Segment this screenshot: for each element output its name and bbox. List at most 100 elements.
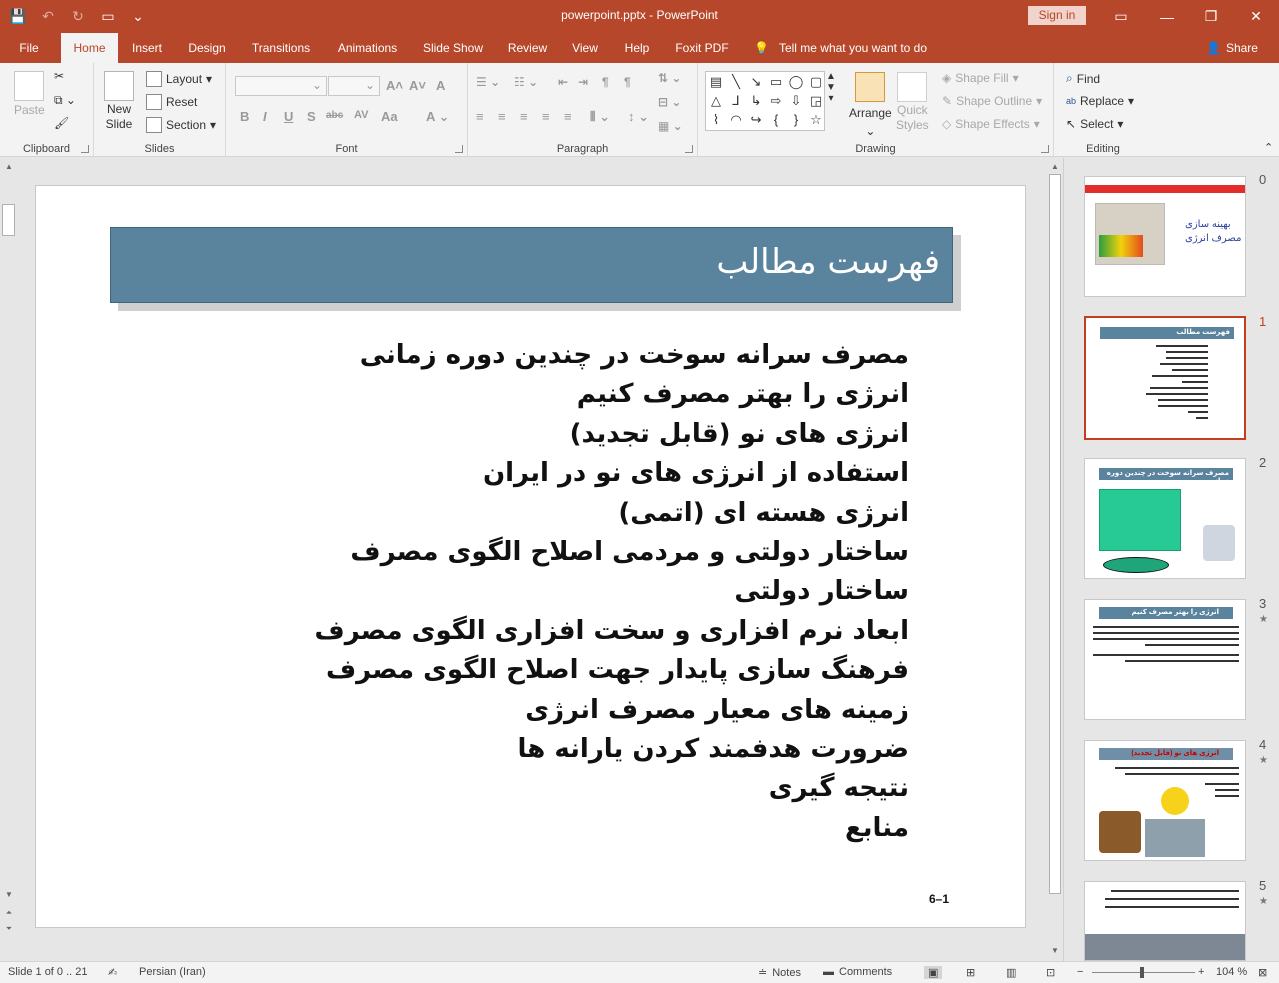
format-painter-icon[interactable]: 🖌 xyxy=(54,116,69,130)
close-icon[interactable]: ✕ xyxy=(1233,0,1279,33)
textbox-shape-icon[interactable]: ▤ xyxy=(706,72,726,91)
decrease-font-icon[interactable]: A˅ xyxy=(409,78,426,93)
rounded-rect-shape-icon[interactable]: ▢ xyxy=(806,72,826,91)
zoom-in-icon[interactable]: + xyxy=(1198,966,1204,978)
slide-content[interactable]: مصرف سرانه سوخت در چندین دوره زمانی انرژ… xyxy=(209,336,909,848)
underline-icon[interactable]: U xyxy=(284,109,293,124)
columns-icon[interactable]: ⫴ ⌄ xyxy=(590,109,610,125)
align-right-icon[interactable]: ≡ xyxy=(520,109,528,124)
copy-icon[interactable]: ⧉ ⌄ xyxy=(54,93,76,108)
scroll-down-icon[interactable]: ▼ xyxy=(1048,944,1062,958)
rectangle-shape-icon[interactable]: ▭ xyxy=(766,72,786,91)
slide-canvas[interactable]: فهرست مطالب مصرف سرانه سوخت در چندین دور… xyxy=(35,185,1026,928)
minimize-icon[interactable]: — xyxy=(1144,0,1190,33)
cut-icon[interactable]: ✂ xyxy=(54,69,64,83)
slide-thumbnail-3[interactable]: انرژی را بهتر مصرف کنیم xyxy=(1084,599,1246,720)
quick-styles-button[interactable]: Quick Styles xyxy=(896,72,929,132)
align-left-icon[interactable]: ≡ xyxy=(476,109,484,124)
line-shape-icon[interactable]: ╲ xyxy=(726,72,746,91)
tab-review[interactable]: Review xyxy=(501,33,554,63)
shapes-gallery[interactable]: ▤ ╲ ↘ ▭ ◯ ▢ △ ⅃ ↳ ⇨ ⇩ ◲ ⌇ ◠ ↪ { } ☆ xyxy=(705,71,825,131)
change-case-icon[interactable]: Aa xyxy=(381,109,398,124)
slide-thumbnail-0[interactable]: بهینه سازی مصرف انرژی xyxy=(1084,176,1246,297)
star-shape-icon[interactable]: ☆ xyxy=(806,110,826,129)
slide-title-box[interactable]: فهرست مطالب xyxy=(110,227,953,303)
font-color-icon[interactable]: A ⌄ xyxy=(426,109,449,125)
tab-foxit-pdf[interactable]: Foxit PDF xyxy=(668,33,736,63)
find-button[interactable]: ⌕ Find xyxy=(1066,71,1100,86)
callout-shape-icon[interactable]: ◲ xyxy=(806,91,826,110)
scroll-thumb[interactable] xyxy=(1049,174,1061,894)
tell-me-search[interactable]: 💡 Tell me what you want to do xyxy=(754,33,927,63)
tab-animations[interactable]: Animations xyxy=(329,33,406,63)
justify-icon[interactable]: ≡ xyxy=(542,109,550,124)
bullets-icon[interactable]: ☰ ⌄ xyxy=(476,75,500,89)
numbering-icon[interactable]: ☷ ⌄ xyxy=(514,75,538,89)
elbow-connector-icon[interactable]: ⅃ xyxy=(726,91,746,110)
new-slide-button[interactable]: New Slide xyxy=(104,71,134,131)
slide-thumbnail-1[interactable]: فهرست مطالب xyxy=(1084,316,1246,440)
smartart-icon[interactable]: ▦ ⌄ xyxy=(658,119,683,133)
select-button[interactable]: ↖ Select ▾ xyxy=(1066,117,1123,131)
ltr-icon[interactable]: ¶ xyxy=(602,75,609,89)
collapse-ribbon-icon[interactable]: ⌃ xyxy=(1264,141,1273,154)
zoom-out-icon[interactable]: − xyxy=(1077,966,1083,978)
sign-in-button[interactable]: Sign in xyxy=(1028,6,1086,25)
shape-fill-button[interactable]: ◈ Shape Fill ▾ xyxy=(942,71,1019,85)
oval-shape-icon[interactable]: ◯ xyxy=(786,72,806,91)
slide-thumbnail-2[interactable]: مصرف سرانه سوخت در چندین دوره زمانی xyxy=(1084,458,1246,579)
slide-sorter-icon[interactable]: ⊞ xyxy=(966,966,975,979)
font-size-dropdown[interactable] xyxy=(328,76,380,96)
zoom-slider-thumb[interactable] xyxy=(1140,967,1144,978)
notes-button[interactable]: ≐ Notes xyxy=(758,966,801,980)
spell-check-icon[interactable]: ✍ xyxy=(108,966,117,979)
comments-button[interactable]: ▬ Comments xyxy=(823,966,892,978)
zoom-level[interactable]: 104 % xyxy=(1216,966,1247,978)
restore-icon[interactable]: ❐ xyxy=(1188,0,1234,33)
tab-slide-show[interactable]: Slide Show xyxy=(417,33,489,63)
ribbon-display-options-icon[interactable]: ▭ xyxy=(1098,0,1144,33)
slide-thumbnail-4[interactable]: انرژی های نو (قابل تجدید) xyxy=(1084,740,1246,861)
tab-transitions[interactable]: Transitions xyxy=(245,33,317,63)
right-brace-icon[interactable]: } xyxy=(786,110,806,129)
text-direction-icon[interactable]: ⇅ ⌄ xyxy=(658,71,681,85)
increase-font-icon[interactable]: A˄ xyxy=(386,78,403,93)
rtl-icon[interactable]: ¶ xyxy=(624,75,631,89)
replace-button[interactable]: ab Replace ▾ xyxy=(1066,94,1134,108)
paste-button[interactable]: Paste xyxy=(14,71,45,117)
section-button[interactable]: Section ▾ xyxy=(146,117,216,133)
shape-outline-button[interactable]: ✎ Shape Outline ▾ xyxy=(942,94,1042,108)
shapes-gallery-scroll[interactable]: ▲ ▼ ▾ xyxy=(826,71,836,104)
reading-view-icon[interactable]: ▥ xyxy=(1006,966,1016,979)
shape-effects-button[interactable]: ◇ Shape Effects ▾ xyxy=(942,117,1040,131)
normal-view-icon[interactable]: ▣ xyxy=(924,966,943,979)
scroll-up-icon[interactable]: ▲ xyxy=(2,160,16,174)
left-scrollbar[interactable]: ▲ ▼ ⏶ ⏷ xyxy=(0,158,18,940)
down-arrow-shape-icon[interactable]: ⇩ xyxy=(786,91,806,110)
layout-button[interactable]: Layout ▾ xyxy=(146,71,212,87)
scroll-up-icon[interactable]: ▲ xyxy=(1048,160,1062,174)
clear-formatting-icon[interactable]: A xyxy=(436,78,445,93)
arc-shape-icon[interactable]: ◠ xyxy=(726,110,746,129)
shadow-icon[interactable]: S xyxy=(307,109,316,124)
strikethrough-icon[interactable]: abc xyxy=(326,110,343,121)
drawing-launcher-icon[interactable] xyxy=(1041,145,1049,153)
distributed-icon[interactable]: ≡ xyxy=(564,109,572,124)
paragraph-launcher-icon[interactable] xyxy=(685,145,693,153)
font-family-dropdown[interactable] xyxy=(235,76,327,96)
curved-connector-icon[interactable]: ↪ xyxy=(746,110,766,129)
editor-scrollbar[interactable]: ▲ ▼ xyxy=(1047,158,1063,961)
tab-home[interactable]: Home xyxy=(61,33,118,63)
fit-slide-icon[interactable]: ⊠ xyxy=(1258,966,1267,979)
character-spacing-icon[interactable]: AV xyxy=(354,109,368,121)
language-indicator[interactable]: Persian (Iran) xyxy=(139,966,206,978)
align-center-icon[interactable]: ≡ xyxy=(498,109,506,124)
font-launcher-icon[interactable] xyxy=(455,145,463,153)
scroll-down-icon[interactable]: ▼ xyxy=(2,888,16,902)
slideshow-icon[interactable]: ⊡ xyxy=(1046,966,1055,979)
scroll-thumb[interactable] xyxy=(2,204,15,236)
tab-help[interactable]: Help xyxy=(617,33,657,63)
left-brace-icon[interactable]: { xyxy=(766,110,786,129)
tab-view[interactable]: View xyxy=(565,33,605,63)
tab-design[interactable]: Design xyxy=(181,33,233,63)
